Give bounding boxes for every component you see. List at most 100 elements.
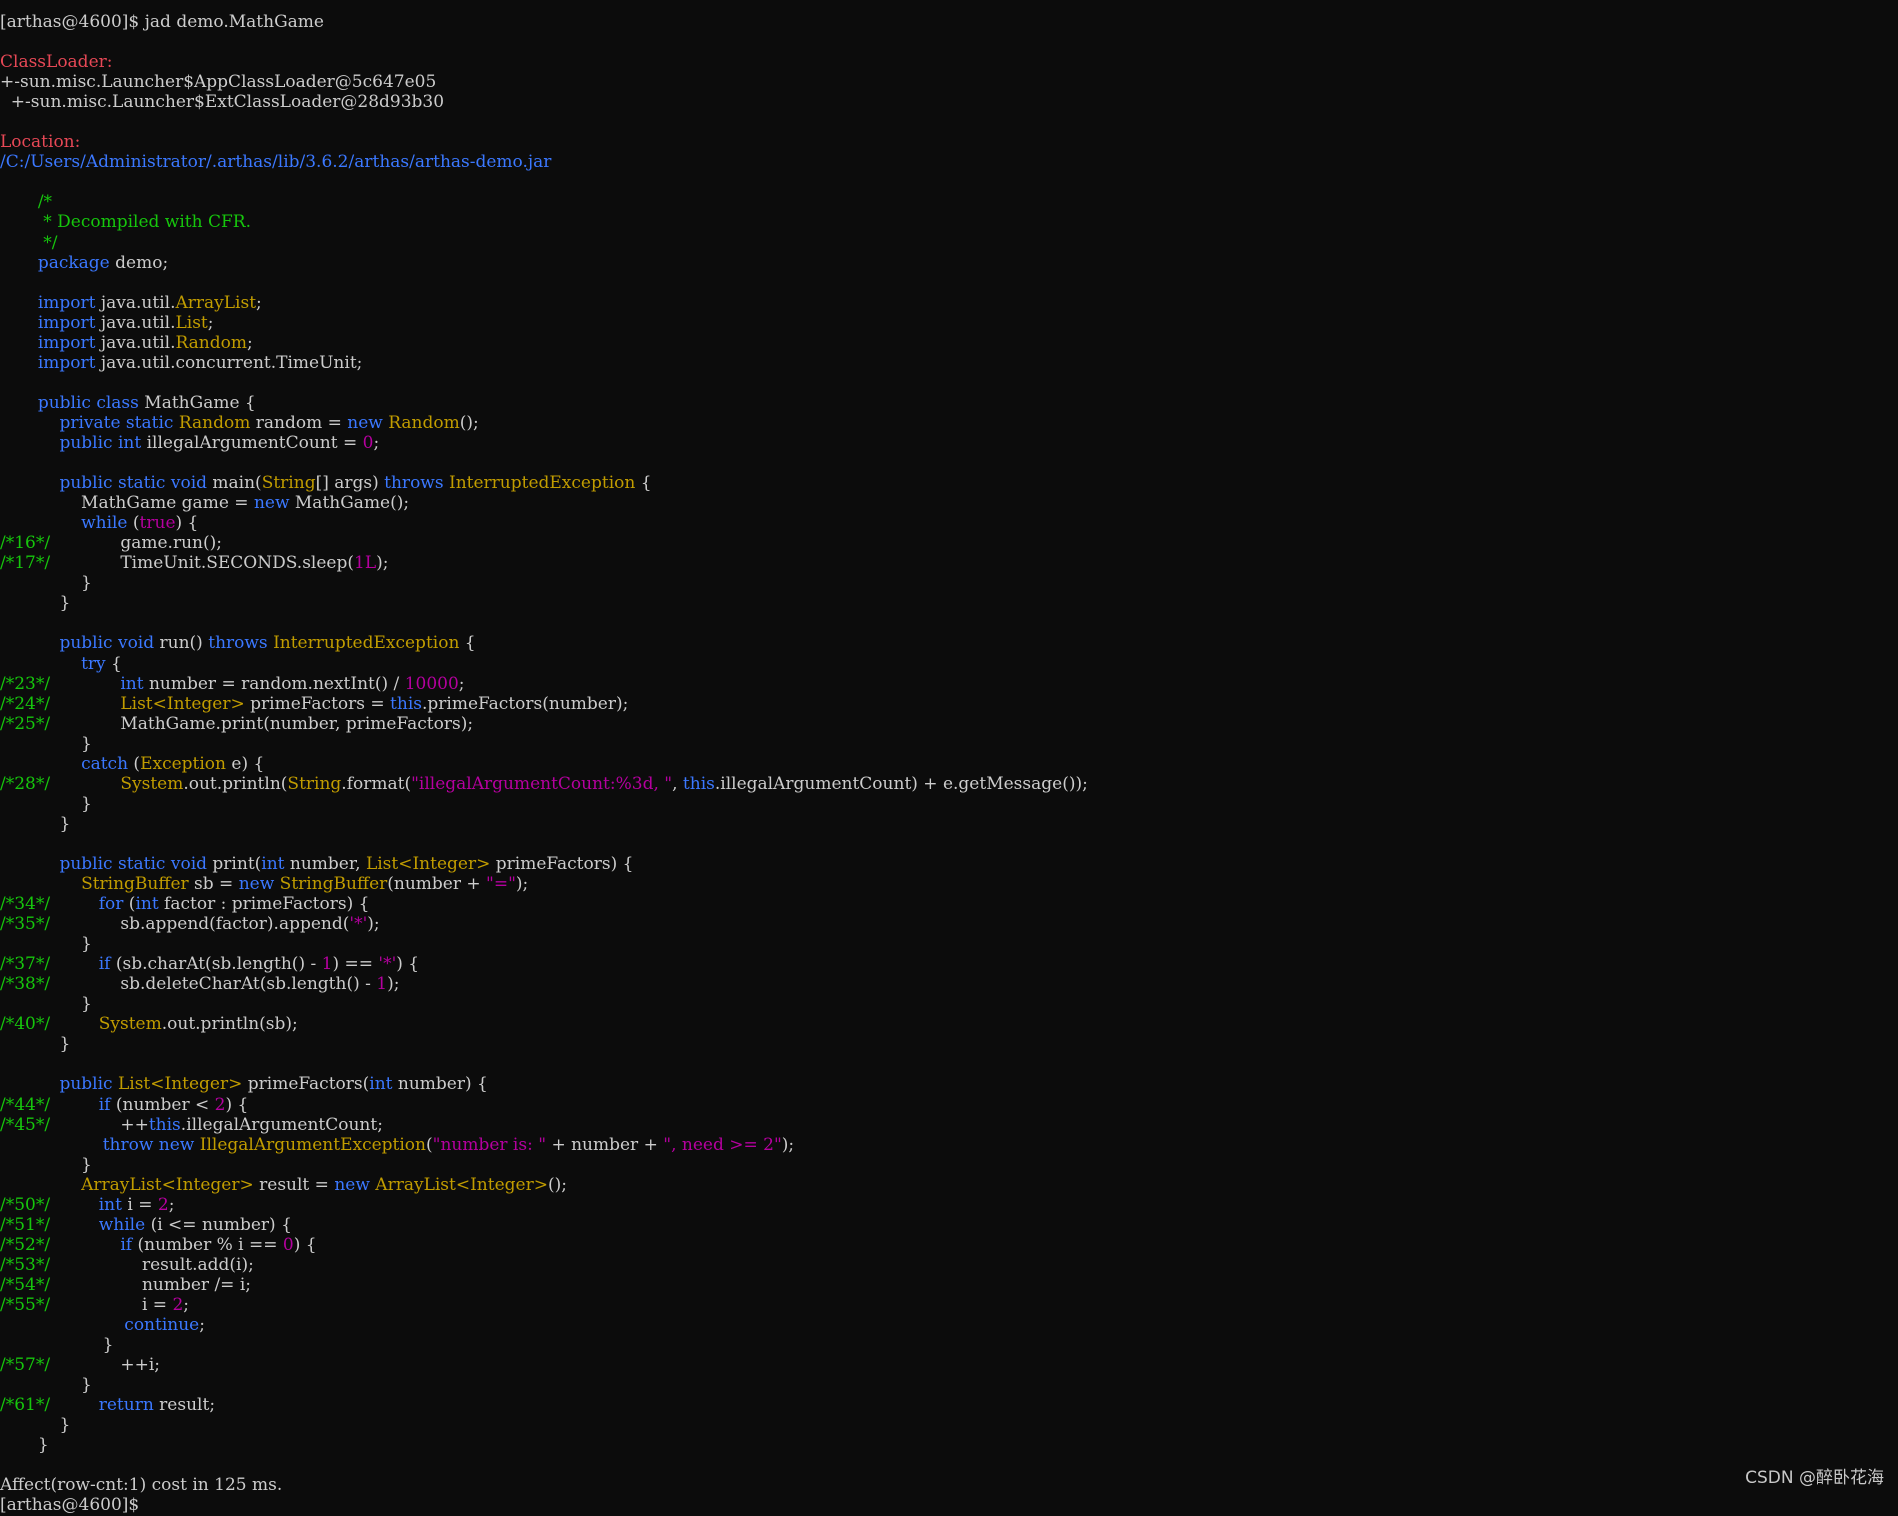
terminal-line: /*35*/ sb.append(factor).append('*'); [0,914,1898,934]
terminal-text: i = [50,1295,173,1315]
terminal-line: /*51*/ while (i <= number) { [0,1215,1898,1235]
terminal-line: /*55*/ i = 2; [0,1295,1898,1315]
terminal-text: int [369,1074,393,1095]
terminal-text: ) { [293,1234,317,1255]
terminal-line: /*50*/ int i = 2; [0,1195,1898,1215]
terminal-text: ) { [225,1094,249,1115]
terminal-text: */ [0,232,58,253]
terminal-text: number = random.nextInt() / [143,673,405,694]
terminal-line: /*44*/ if (number < 2) { [0,1095,1898,1115]
terminal-text: /*17*/ [0,553,51,574]
terminal-text: (number % i == [132,1234,283,1255]
terminal-text: { [105,653,122,674]
terminal-text: return [98,1395,154,1416]
terminal-line: +-sun.misc.Launcher$ExtClassLoader@28d93… [0,92,1898,112]
terminal-text: 2 [172,1295,184,1315]
terminal-text: java.util. [95,312,176,333]
terminal-text: +-sun.misc.Launcher$ExtClassLoader@28d93… [0,92,445,113]
terminal-text: result; [153,1395,216,1416]
terminal-output[interactable]: [arthas@4600]$ jad demo.MathGame ClassLo… [0,12,1898,1516]
terminal-text: ( [127,513,140,534]
terminal-text: (number < [110,1094,215,1115]
terminal-line: } [0,794,1898,814]
terminal-line: * Decompiled with CFR. [0,212,1898,232]
terminal-text: /*45*/ [0,1114,51,1135]
terminal-text: true [139,513,176,534]
terminal-line: } [0,734,1898,754]
terminal-line: public static void main(String[] args) t… [0,473,1898,493]
terminal-text: /*55*/ [0,1295,51,1315]
terminal-text: 1L [354,553,377,574]
terminal-line: /*23*/ int number = random.nextInt() / 1… [0,674,1898,694]
terminal-text: InterruptedException [273,633,460,654]
terminal-text: { [635,473,652,494]
terminal-text: /*54*/ [0,1274,51,1295]
terminal-text: result = [253,1174,335,1195]
terminal-line: /*25*/ MathGame.print(number, primeFacto… [0,714,1898,734]
terminal-line: } [0,934,1898,954]
terminal-text: sb.append(factor).append( [50,914,350,935]
terminal-text: String [287,773,342,794]
terminal-text: } [0,1415,71,1436]
terminal-text: { [459,633,476,654]
terminal-line: */ [0,233,1898,253]
terminal-line: public int illegalArgumentCount = 0; [0,433,1898,453]
terminal-line: /* [0,192,1898,212]
terminal-text: 2 [214,1094,226,1115]
terminal-text: StringBuffer [279,874,388,895]
terminal-text: primeFactors( [242,1074,370,1095]
terminal-line: } [0,1415,1898,1435]
terminal-text: /*28*/ [0,773,51,794]
terminal-line: import java.util.concurrent.TimeUnit; [0,353,1898,373]
terminal-text: public static void [59,853,208,874]
terminal-line: } [0,573,1898,593]
terminal-text: "illegalArgumentCount:%3d, " [411,773,673,794]
terminal-text: throws [208,633,268,654]
terminal-text: MathGame { [138,392,256,413]
terminal-text: ArrayList<Integer> [81,1174,254,1195]
terminal-text: '*' [349,914,368,935]
terminal-text: ); [376,553,389,574]
terminal-text: 0 [362,432,374,453]
terminal-text: try [81,653,106,674]
terminal-text: result.add(i); [50,1254,254,1275]
terminal-text: Affect(row-cnt:1) cost in 125 ms. [0,1475,283,1496]
terminal-line: } [0,1375,1898,1395]
terminal-text: "=" [486,874,516,895]
terminal-text: if [98,954,111,975]
terminal-text: /*61*/ [0,1395,51,1416]
terminal-text: } [0,1375,92,1396]
terminal-text: IllegalArgumentException [199,1134,426,1155]
terminal-line: } [0,593,1898,613]
terminal-line: } [0,814,1898,834]
terminal-text: /*16*/ [0,533,51,554]
terminal-text: public int [59,432,142,453]
terminal-line: /*34*/ for (int factor : primeFactors) { [0,894,1898,914]
terminal-text: number, [284,853,366,874]
terminal-text: new [238,874,275,895]
terminal-text: System [120,773,184,794]
terminal-text: run() [154,633,209,654]
terminal-text: String [261,473,316,494]
terminal-line: /*17*/ TimeUnit.SECONDS.sleep(1L); [0,553,1898,573]
terminal-line: public class MathGame { [0,393,1898,413]
terminal-text: .format( [341,773,412,794]
terminal-text: List<Integer> [117,1074,243,1095]
terminal-text: ( [128,753,141,774]
terminal-text: [arthas@4600]$ [0,1495,140,1516]
terminal-text: public [59,1074,113,1095]
